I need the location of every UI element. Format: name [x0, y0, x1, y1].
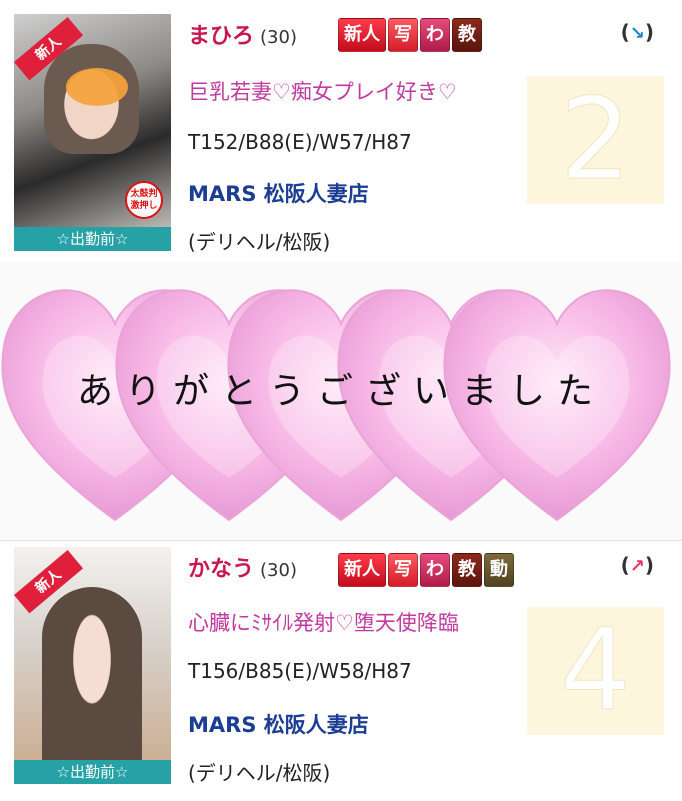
trend-close: ) — [644, 20, 654, 44]
badge-wa: わ — [420, 553, 450, 587]
rank-number: 2 — [527, 76, 664, 205]
trend-close: ) — [644, 553, 654, 577]
trend-up-icon: ↗ — [629, 556, 645, 577]
badge-new: 新人 — [338, 553, 386, 587]
profile-photo[interactable]: 新人 ☆出勤前☆ — [14, 547, 171, 784]
name-text[interactable]: まひろ — [188, 24, 254, 49]
body-size: T156/B85(E)/W58/H87 — [188, 659, 412, 683]
age-text: (30) — [260, 560, 297, 581]
badge-do: 動 — [484, 553, 514, 587]
badge-row: 新人 写 わ 教 動 — [338, 553, 514, 587]
trend-down-icon: ↘ — [629, 23, 645, 44]
catchphrase: 心臓にﾐｻｲﾙ発射♡堕天使降臨 — [188, 611, 459, 635]
listing-card-2[interactable]: 新人 ☆出勤前☆ かなう (30) 新人 写 わ 教 動 (↗) 心臓にﾐｻｲﾙ発… — [0, 540, 682, 801]
face-blur — [66, 68, 128, 106]
area-text: (デリヘル/松阪) — [188, 761, 331, 785]
trend-open: ( — [620, 553, 630, 577]
status-label: ☆出勤前☆ — [14, 227, 171, 251]
status-label: ☆出勤前☆ — [14, 760, 171, 784]
profile-name[interactable]: まひろ (30) — [188, 18, 297, 50]
profile-photo[interactable]: 新人 太鼓判 激押し ☆出勤前☆ — [14, 14, 171, 251]
listing-card-1[interactable]: 新人 太鼓判 激押し ☆出勤前☆ まひろ (30) 新人 写 わ 教 (↘) 巨乳若… — [0, 0, 682, 263]
shop-link[interactable]: MARS 松阪人妻店 — [188, 178, 369, 208]
recommend-stamp: 太鼓判 激押し — [125, 181, 163, 219]
rank-trend: (↘) — [621, 20, 654, 44]
badge-photo: 写 — [388, 18, 418, 52]
thanks-message: ありがとうございました — [76, 371, 605, 412]
badge-wa: わ — [420, 18, 450, 52]
name-text[interactable]: かなう — [188, 557, 254, 582]
shop-link[interactable]: MARS 松阪人妻店 — [188, 709, 369, 739]
body-size: T152/B88(E)/W57/H87 — [188, 130, 412, 154]
catchphrase: 巨乳若妻♡痴女プレイ好き♡ — [188, 80, 457, 104]
age-text: (30) — [260, 27, 297, 48]
badge-photo: 写 — [388, 553, 418, 587]
rank-number: 4 — [527, 607, 664, 736]
badge-kyo: 教 — [452, 18, 482, 52]
badge-row: 新人 写 わ 教 — [338, 18, 482, 52]
area-text: (デリヘル/松阪) — [188, 230, 331, 254]
badge-kyo: 教 — [452, 553, 482, 587]
profile-name[interactable]: かなう (30) — [188, 551, 297, 583]
trend-open: ( — [620, 20, 630, 44]
badge-new: 新人 — [338, 18, 386, 52]
rank-trend: (↗) — [621, 553, 654, 577]
